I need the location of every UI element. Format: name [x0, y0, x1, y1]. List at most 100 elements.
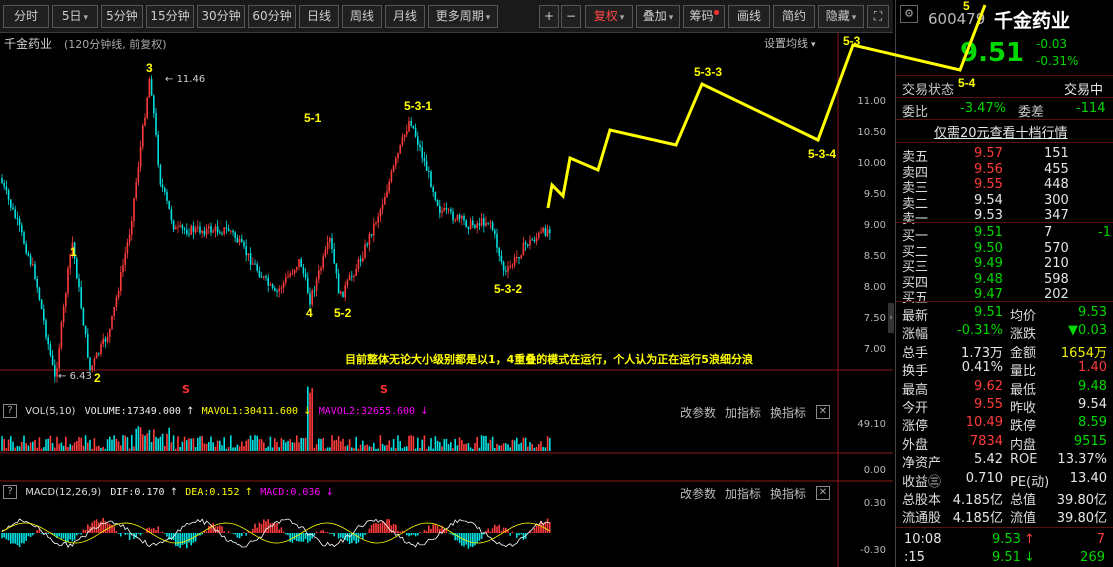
panel-collapse-handle[interactable]: ›	[888, 303, 894, 333]
volume-bar	[252, 439, 254, 451]
volume-bar	[212, 442, 214, 451]
volume-bar	[478, 447, 481, 451]
macd-histogram-bar	[397, 530, 399, 533]
volume-bar	[166, 433, 168, 451]
caret-down-icon: ▾	[485, 13, 491, 23]
watchlist-toggle-icon[interactable]: ⚙	[900, 5, 918, 23]
period-tab-5min[interactable]: 5分钟	[101, 5, 143, 28]
period-tab-30min[interactable]: 30分钟	[197, 5, 245, 28]
candle-body	[181, 225, 184, 229]
volume-bar	[304, 437, 307, 451]
price-axis-tick: 7.50	[863, 313, 886, 324]
macd-histogram-bar	[296, 533, 298, 541]
macd-histogram-bar	[520, 533, 522, 535]
candle-body	[161, 184, 164, 188]
macd-histogram-bar	[27, 533, 30, 537]
candle-body	[278, 288, 280, 292]
draw-line-button[interactable]: 画线	[728, 5, 770, 28]
overlay-dropdown[interactable]: 叠加 ▾	[636, 5, 680, 28]
adjust-price-dropdown[interactable]: 复权 ▾	[585, 5, 633, 28]
volume-bar	[533, 447, 536, 451]
zoom-out-button[interactable]: −	[561, 5, 581, 28]
volume-bar	[60, 442, 63, 451]
volume-bar	[135, 428, 137, 451]
macd-histogram-bar	[500, 530, 503, 533]
simple-mode-button[interactable]: 简约	[773, 5, 815, 28]
candle-body	[155, 113, 157, 135]
volume-bar	[430, 438, 432, 451]
stat-label: 涨跌	[1010, 327, 1037, 343]
period-tab-timeshare[interactable]: 分时	[3, 5, 49, 28]
volume-bar	[538, 444, 540, 451]
kline-chart-area[interactable]: 千金药业 (120分钟线, 前复权) 设置均线 ▾ 11.00 10.50 10.…	[0, 33, 894, 567]
macd-histogram-bar	[518, 533, 520, 536]
candle-body	[518, 256, 520, 259]
vol-edit-params-button[interactable]: 改参数	[680, 404, 716, 421]
hide-dropdown[interactable]: 隐藏 ▾	[818, 5, 864, 28]
macd-histogram-bar	[223, 531, 225, 533]
candle-body	[210, 226, 212, 233]
fullscreen-button[interactable]: ⛶	[867, 5, 889, 28]
hide-label: 隐藏	[825, 9, 850, 23]
chips-button[interactable]: 筹码	[683, 5, 725, 28]
candle-body	[201, 230, 203, 233]
vol-add-indicator-button[interactable]: 加指标	[725, 404, 761, 421]
macd-histogram-bar	[476, 533, 478, 544]
level10-promo-link[interactable]: 仅需20元查看十档行情	[934, 122, 1068, 141]
volume-bar	[300, 437, 302, 451]
volume-bar	[447, 444, 450, 451]
volume-bar	[472, 448, 474, 451]
macd-add-indicator-button[interactable]: 加指标	[725, 485, 761, 502]
candle-body	[346, 280, 349, 286]
volume-bar	[507, 444, 509, 451]
candle-body	[516, 256, 518, 258]
candle-body	[353, 275, 355, 277]
candle-body	[421, 147, 423, 158]
period-tab-day[interactable]: 日线	[299, 5, 339, 28]
volume-bar	[190, 438, 192, 451]
candle-body	[124, 253, 126, 265]
macd-histogram-bar	[474, 533, 476, 546]
macd-edit-params-button[interactable]: 改参数	[680, 485, 716, 502]
period-tab-week[interactable]: 周线	[342, 5, 382, 28]
macd-histogram-bar	[238, 533, 241, 539]
volume-bar	[395, 448, 397, 451]
period-tab-5day[interactable]: 5日 ▾	[52, 5, 98, 28]
volume-bar	[375, 448, 377, 451]
weicha-value: -114	[1076, 101, 1106, 116]
candle-body	[221, 233, 223, 235]
period-tab-month[interactable]: 月线	[385, 5, 425, 28]
volume-bar	[225, 448, 228, 451]
candle-body	[29, 255, 32, 265]
price-axis-tick: 10.00	[857, 158, 886, 169]
volume-bar	[84, 435, 87, 451]
candle-body	[480, 218, 483, 226]
macd-histogram-bar	[71, 533, 74, 542]
panel-toggle-icon[interactable]: ?	[3, 485, 17, 499]
zoom-in-button[interactable]: +	[539, 5, 559, 28]
macd-close-icon[interactable]: ✕	[816, 486, 830, 500]
vol-close-icon[interactable]: ✕	[816, 405, 830, 419]
candle-body	[474, 225, 476, 228]
stat-label: 量比	[1010, 364, 1037, 380]
volume-bar	[175, 448, 177, 451]
volume-bar	[351, 447, 353, 451]
macd-histogram-bar	[324, 532, 327, 533]
macd-histogram-bar	[399, 531, 401, 533]
vol-switch-indicator-button[interactable]: 换指标	[770, 404, 806, 421]
candle-body	[291, 273, 294, 275]
macd-switch-indicator-button[interactable]: 换指标	[770, 485, 806, 502]
candle-body	[260, 276, 263, 278]
period-more-dropdown[interactable]: 更多周期 ▾	[428, 5, 498, 28]
bid-volume: 210	[1044, 256, 1069, 271]
period-tab-60min[interactable]: 60分钟	[248, 5, 296, 28]
bid-price: 9.49	[974, 256, 1003, 271]
candle-body	[36, 278, 38, 288]
volume-bar	[428, 446, 430, 451]
volume-bar	[500, 445, 503, 451]
candle-body	[538, 232, 540, 238]
macd-histogram-bar	[60, 533, 63, 539]
bid-volume: 7	[1044, 225, 1053, 240]
period-tab-15min[interactable]: 15分钟	[146, 5, 194, 28]
panel-toggle-icon[interactable]: ?	[3, 404, 17, 418]
